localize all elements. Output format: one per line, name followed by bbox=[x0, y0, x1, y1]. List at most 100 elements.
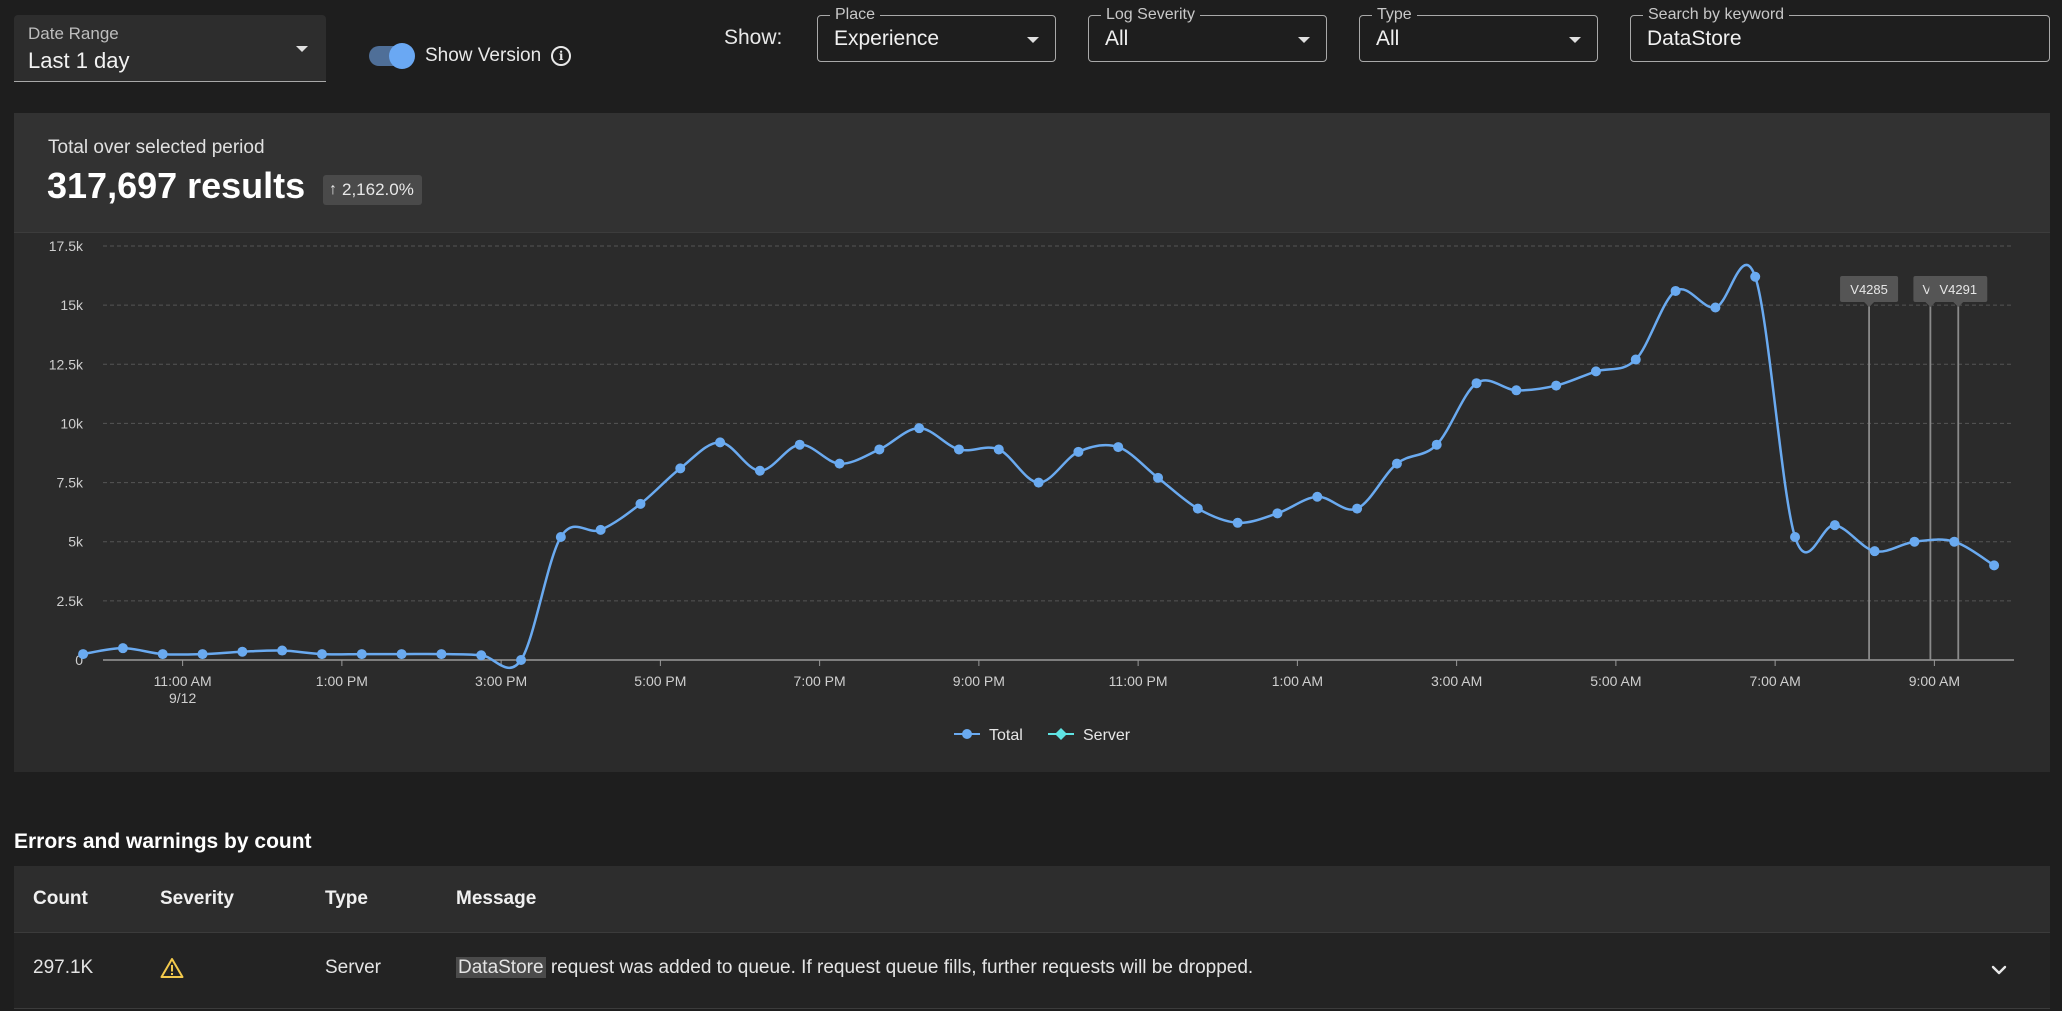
x-tick-label: 9:00 PM bbox=[953, 673, 1005, 689]
show-version-toggle-group: Show Version i bbox=[369, 41, 572, 71]
data-point-total bbox=[1790, 531, 1801, 542]
show-version-toggle[interactable] bbox=[369, 43, 415, 69]
legend-item-total: Total bbox=[954, 727, 1023, 744]
series-line-total bbox=[82, 263, 1995, 670]
date-range-label: Date Range bbox=[28, 24, 119, 43]
data-point-total bbox=[754, 465, 765, 476]
table-header: Count Severity Type Message bbox=[14, 866, 2050, 933]
data-point-total bbox=[1630, 354, 1641, 365]
data-point-total bbox=[1670, 285, 1681, 296]
type-select[interactable]: Type All bbox=[1359, 6, 1598, 62]
keyword-search-input[interactable]: Search by keyword DataStore bbox=[1630, 6, 2050, 62]
summary-header: Total over selected period 317,697 resul… bbox=[14, 113, 2050, 233]
place-select-label: Place bbox=[830, 6, 881, 24]
data-point-total bbox=[1710, 302, 1721, 313]
data-point-total bbox=[834, 458, 845, 469]
data-point-total bbox=[1113, 442, 1124, 453]
legend-marker-server bbox=[1055, 728, 1067, 740]
show-version-label: Show Version bbox=[425, 45, 542, 66]
version-marker-v4285: V4285 bbox=[1840, 276, 1899, 307]
y-tick-label: 2.5k bbox=[57, 593, 84, 609]
table-row[interactable]: 297.1K Server DataStore request was adde… bbox=[14, 933, 2050, 1009]
caret-down-icon bbox=[1569, 37, 1581, 43]
legend-item-server: Server bbox=[1048, 727, 1131, 744]
toggle-knob bbox=[389, 43, 415, 69]
row-message: DataStore request was added to queue. If… bbox=[456, 957, 1253, 979]
column-header-message[interactable]: Message bbox=[456, 888, 536, 910]
data-point-total bbox=[1989, 560, 2000, 571]
data-point-total bbox=[1551, 380, 1562, 391]
x-tick-label: 11:00 AM bbox=[154, 673, 212, 689]
data-point-total bbox=[1352, 503, 1363, 514]
x-tick-label: 9:00 AM bbox=[1909, 673, 1960, 689]
data-point-total bbox=[237, 646, 248, 657]
data-point-total bbox=[1073, 446, 1084, 457]
data-point-total bbox=[874, 444, 885, 455]
version-marker-v4291: V4291 bbox=[1929, 276, 1988, 307]
data-point-total bbox=[1829, 520, 1840, 531]
y-tick-label: 5k bbox=[68, 534, 84, 550]
legend-marker-total bbox=[962, 729, 972, 739]
data-point-total bbox=[1869, 546, 1880, 557]
x-tick-label: 5:00 AM bbox=[1590, 673, 1641, 689]
x-tick-label: 3:00 PM bbox=[475, 673, 527, 689]
y-tick-label: 10k bbox=[60, 415, 84, 431]
caret-down-icon bbox=[1027, 37, 1039, 43]
info-icon[interactable]: i bbox=[551, 46, 572, 66]
version-marker-label: V4285 bbox=[1850, 282, 1888, 297]
version-marker-pointer bbox=[1953, 302, 1964, 307]
version-marker-pointer bbox=[1925, 302, 1936, 307]
data-point-total bbox=[78, 649, 89, 660]
data-point-total bbox=[1232, 517, 1243, 528]
arrow-up-icon: ↑ bbox=[329, 181, 337, 198]
row-count: 297.1K bbox=[33, 957, 94, 978]
y-tick-label: 12.5k bbox=[49, 356, 84, 372]
x-tick-label: 1:00 PM bbox=[316, 673, 368, 689]
data-point-total bbox=[1033, 477, 1044, 488]
data-point-total bbox=[595, 524, 606, 535]
x-tick-label: 3:00 AM bbox=[1431, 673, 1482, 689]
data-point-total bbox=[157, 649, 168, 660]
y-tick-label: 15k bbox=[60, 297, 84, 313]
data-point-total bbox=[914, 423, 925, 434]
errors-section-title: Errors and warnings by count bbox=[14, 830, 312, 853]
type-select-label: Type bbox=[1372, 6, 1417, 24]
place-select[interactable]: Place Experience bbox=[817, 6, 1056, 62]
data-point-total bbox=[1471, 378, 1482, 389]
data-point-total bbox=[1391, 458, 1402, 469]
data-point-total bbox=[1431, 439, 1442, 450]
data-point-total bbox=[675, 463, 686, 474]
column-header-count[interactable]: Count bbox=[33, 888, 88, 910]
chevron-down-icon[interactable] bbox=[1988, 959, 2010, 981]
log-severity-label: Log Severity bbox=[1101, 6, 1200, 24]
date-range-select[interactable]: Date Range Last 1 day bbox=[14, 15, 326, 82]
show-label: Show: bbox=[724, 26, 783, 49]
log-severity-select[interactable]: Log Severity All bbox=[1088, 6, 1327, 62]
data-point-total bbox=[635, 498, 646, 509]
total-value: 317,697 results bbox=[47, 165, 306, 206]
data-point-total bbox=[197, 649, 208, 660]
x-tick-sublabel: 9/12 bbox=[169, 690, 196, 706]
legend-label-total: Total bbox=[989, 727, 1023, 744]
x-tick-label: 7:00 PM bbox=[794, 673, 846, 689]
delta-badge: ↑ 2,162.0% bbox=[323, 175, 422, 205]
data-point-total bbox=[117, 643, 128, 654]
data-point-total bbox=[436, 649, 447, 660]
x-tick-label: 5:00 PM bbox=[634, 673, 686, 689]
message-keyword-highlight: DataStore bbox=[456, 957, 546, 978]
place-select-value: Experience bbox=[834, 27, 940, 50]
data-point-total bbox=[356, 649, 367, 660]
chart-panel: 0 2.5k 5k 7.5k 10k 12.5k 15k 17.5k 11:00 AM 9/12 1… bbox=[14, 113, 2050, 772]
errors-table: Count Severity Type Message 297.1K Serve… bbox=[14, 866, 2050, 1009]
total-label: Total over selected period bbox=[48, 137, 265, 158]
data-point-total bbox=[1153, 472, 1164, 483]
legend-label-server: Server bbox=[1083, 727, 1131, 744]
data-point-total bbox=[1590, 366, 1601, 377]
column-header-type[interactable]: Type bbox=[325, 888, 368, 910]
x-tick-label: 11:00 PM bbox=[1109, 673, 1168, 689]
data-point-total bbox=[316, 649, 327, 660]
column-header-severity[interactable]: Severity bbox=[160, 888, 234, 910]
keyword-search-value: DataStore bbox=[1647, 27, 1742, 50]
data-point-total bbox=[715, 437, 726, 448]
version-marker-pointer bbox=[1864, 302, 1875, 307]
